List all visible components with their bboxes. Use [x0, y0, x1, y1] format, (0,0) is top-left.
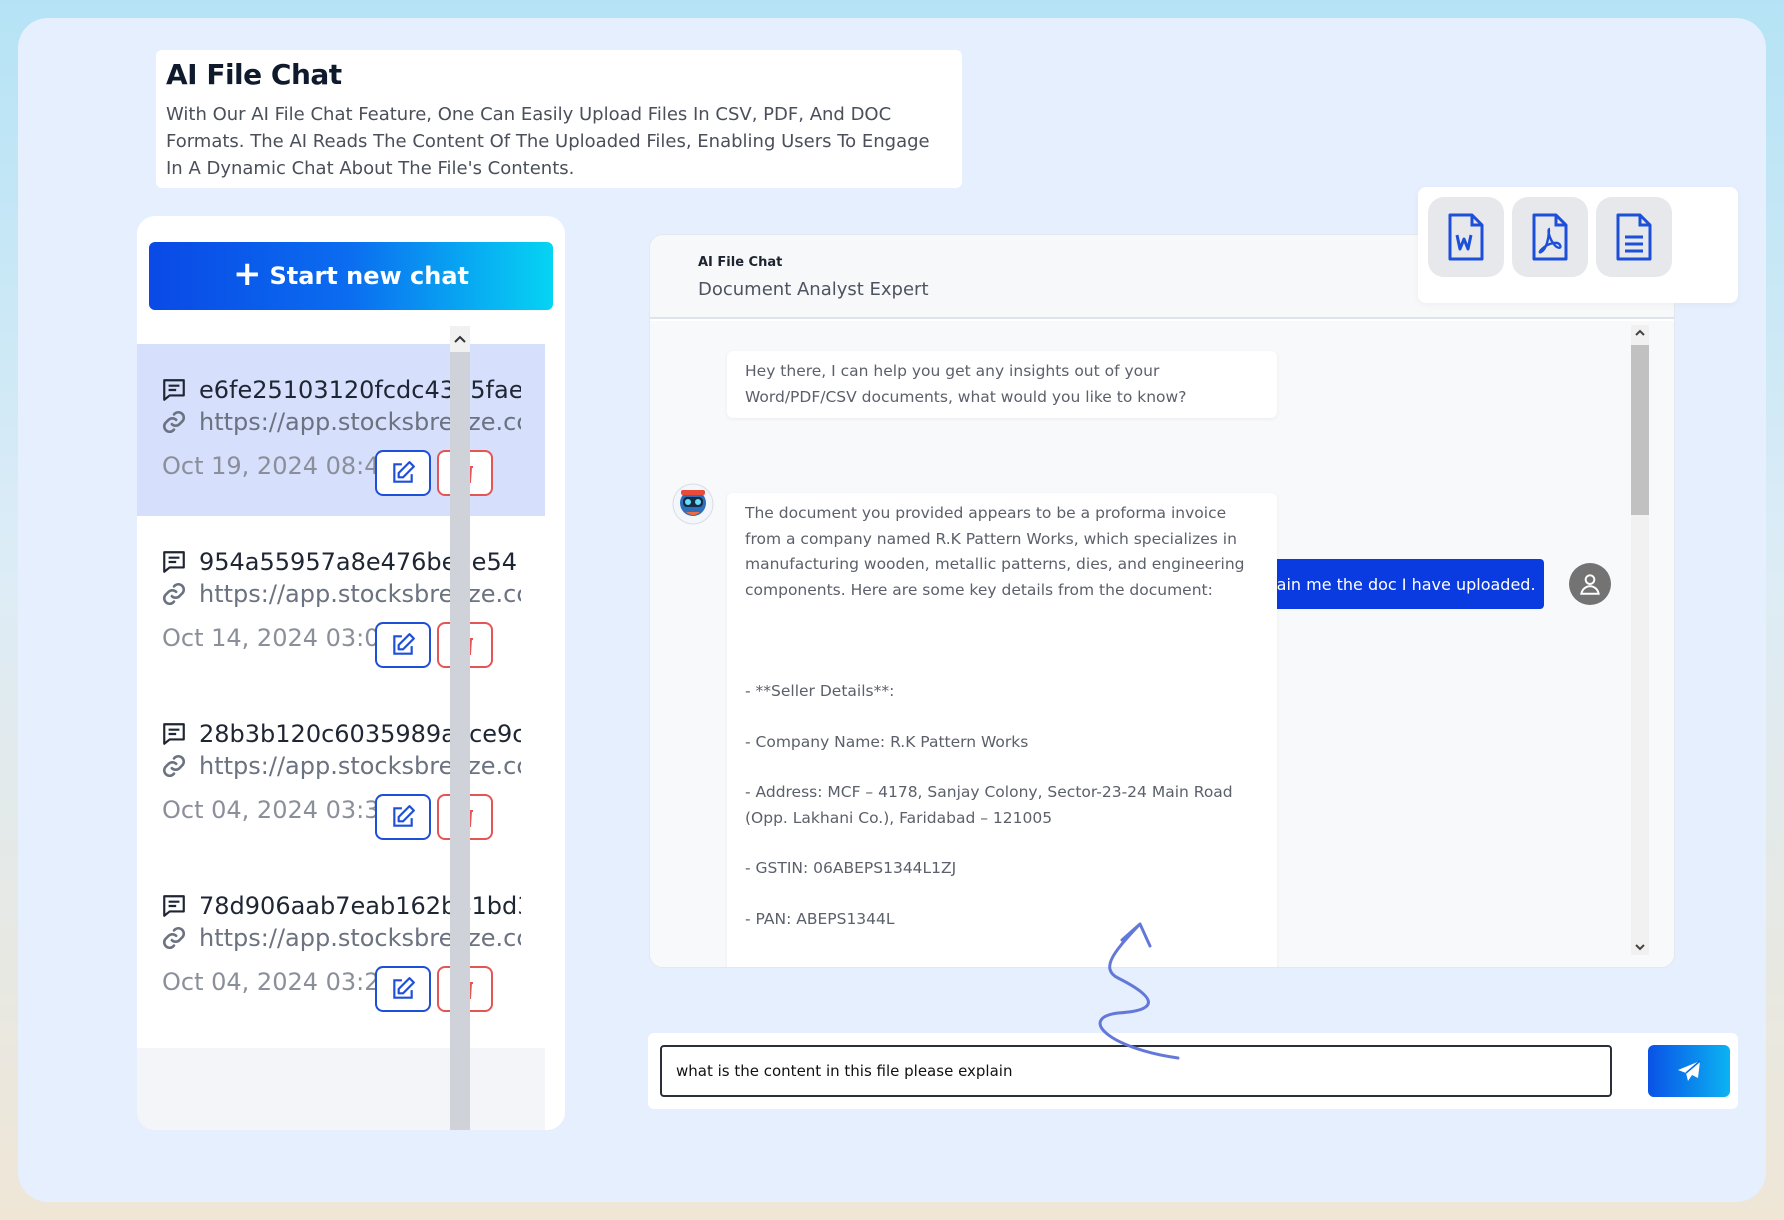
bot-message-line: - Address: MCF – 4178, Sanjay Colony, Se… — [745, 783, 1233, 827]
page-title: AI File Chat — [166, 58, 342, 91]
edit-chat-button[interactable] — [375, 794, 431, 840]
edit-icon — [393, 805, 415, 827]
chat-id: e6fe25103120fcdc4345fae — [199, 376, 521, 404]
edit-icon — [393, 977, 415, 999]
link-icon — [162, 582, 186, 606]
chat-url[interactable]: https://app.stocksbreeze.cc — [199, 408, 521, 436]
chevron-up-icon[interactable] — [1631, 325, 1649, 341]
chat-id: 78d906aab7eab162b41bd3 — [199, 892, 521, 920]
feature-header-card: AI File Chat With Our AI File Chat Featu… — [156, 50, 962, 188]
chevron-up-icon — [454, 335, 466, 343]
link-icon — [162, 754, 186, 778]
chat-bubble-icon — [163, 379, 185, 401]
send-icon — [1678, 1060, 1701, 1081]
bot-message-line: - GSTIN: 06ABEPS1344L1ZJ — [745, 859, 957, 877]
send-button[interactable] — [1648, 1045, 1730, 1097]
upload-pdf-button[interactable] — [1512, 197, 1588, 277]
user-message: Explain me the doc I have uploaded. — [1234, 559, 1544, 609]
plus-icon: + — [233, 254, 262, 294]
bot-message-line: - **Seller Details**: — [745, 682, 895, 700]
bot-message-paragraph: The document you provided appears to be … — [745, 504, 1245, 599]
word-file-icon — [1448, 213, 1484, 261]
scroll-thumb[interactable] — [1631, 345, 1649, 515]
squiggle-arrow-icon — [1098, 922, 1180, 1060]
scroll-up-button[interactable] — [450, 326, 470, 352]
text-file-icon — [1616, 213, 1652, 261]
bot-message: Hey there, I can help you get any insigh… — [727, 351, 1277, 418]
chat-header-title: AI File Chat — [698, 255, 783, 270]
edit-chat-button[interactable] — [375, 450, 431, 496]
user-avatar — [1569, 563, 1611, 605]
file-type-selector — [1418, 187, 1738, 303]
upload-word-button[interactable] — [1428, 197, 1504, 277]
chat-history-list: e6fe25103120fcdc4345fae https://app.stoc… — [137, 344, 545, 1130]
chat-history-item[interactable]: 28b3b120c6035989acce9c https://app.stock… — [137, 688, 545, 876]
bot-message-line: - Company Name: R.K Pattern Works — [745, 732, 1029, 751]
chevron-down-icon[interactable] — [1631, 939, 1649, 955]
chat-window: AI File Chat Document Analyst Expert Hey… — [649, 234, 1675, 968]
user-icon — [1580, 574, 1600, 595]
chat-history-item[interactable]: e6fe25103120fcdc4345fae https://app.stoc… — [137, 344, 545, 532]
chat-scrollbar[interactable] — [1631, 325, 1649, 955]
edit-chat-button[interactable] — [375, 622, 431, 668]
feature-description: With Our AI File Chat Feature, One Can E… — [166, 104, 930, 179]
pdf-file-icon — [1532, 213, 1568, 261]
chat-history-item[interactable]: 78d906aab7eab162b41bd3 https://app.stock… — [137, 860, 545, 1048]
bot-message: The document you provided appears to be … — [727, 493, 1277, 967]
upload-doc-button[interactable] — [1596, 197, 1672, 277]
chat-bubble-icon — [163, 723, 185, 745]
chat-history-item[interactable]: 954a55957a8e476be0e54 https://app.stocks… — [137, 516, 545, 704]
link-icon — [162, 926, 186, 950]
edit-icon — [393, 461, 415, 483]
chat-url[interactable]: https://app.stocksbreeze.cc — [199, 580, 521, 608]
chat-id: 28b3b120c6035989acce9c — [199, 720, 521, 748]
chat-history-sidebar: + Start new chat e6fe25103120fcdc4345fae… — [137, 216, 565, 1130]
chat-list-scrollbar[interactable] — [450, 326, 470, 1130]
chat-messages: Hey there, I can help you get any insigh… — [650, 321, 1674, 967]
page-canvas: AI File Chat With Our AI File Chat Featu… — [18, 18, 1766, 1202]
chat-bubble-icon — [163, 895, 185, 917]
bot-avatar-icon — [672, 483, 714, 525]
start-new-chat-button[interactable]: + Start new chat — [149, 242, 553, 310]
start-new-chat-label: Start new chat — [269, 262, 470, 290]
chat-url[interactable]: https://app.stocksbreeze.cc — [199, 752, 521, 780]
link-icon — [162, 410, 186, 434]
edit-chat-button[interactable] — [375, 966, 431, 1012]
edit-icon — [393, 633, 415, 655]
chat-header-subtitle: Document Analyst Expert — [698, 279, 929, 300]
chat-bubble-icon — [163, 551, 185, 573]
chat-url[interactable]: https://app.stocksbreeze.cc — [199, 924, 521, 952]
